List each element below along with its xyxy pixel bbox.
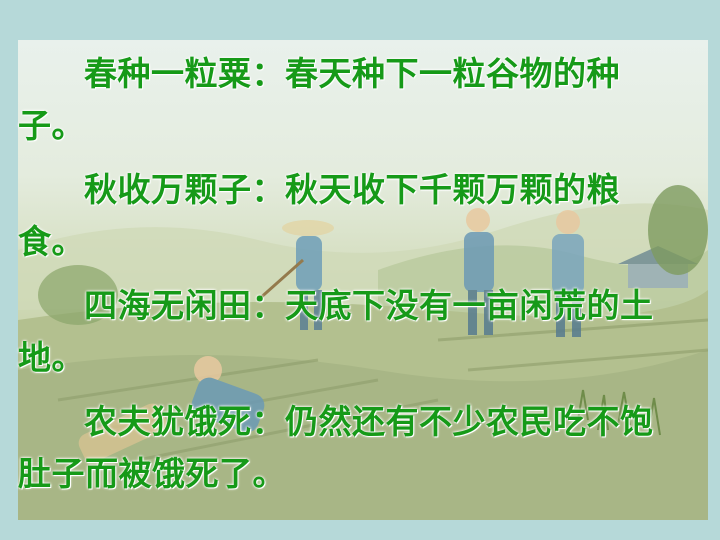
paragraph-line-2: 秋收万颗子：秋天收下千颗万颗的粮食。 xyxy=(18,170,620,261)
slide: 春种一粒粟：春天种下一粒谷物的种子。 秋收万颗子：秋天收下千颗万颗的粮食。 四海… xyxy=(0,0,720,540)
poem-explanation-text: 春种一粒粟：春天种下一粒谷物的种子。 秋收万颗子：秋天收下千颗万颗的粮食。 四海… xyxy=(18,48,708,512)
paragraph-line-1: 春种一粒粟：春天种下一粒谷物的种子。 xyxy=(18,54,620,145)
paragraph-line-4: 农夫犹饿死：仍然还有不少农民吃不饱肚子而被饿死了。 xyxy=(18,402,654,493)
paragraph-line-3: 四海无闲田：天底下没有一亩闲荒的土地。 xyxy=(18,286,654,377)
